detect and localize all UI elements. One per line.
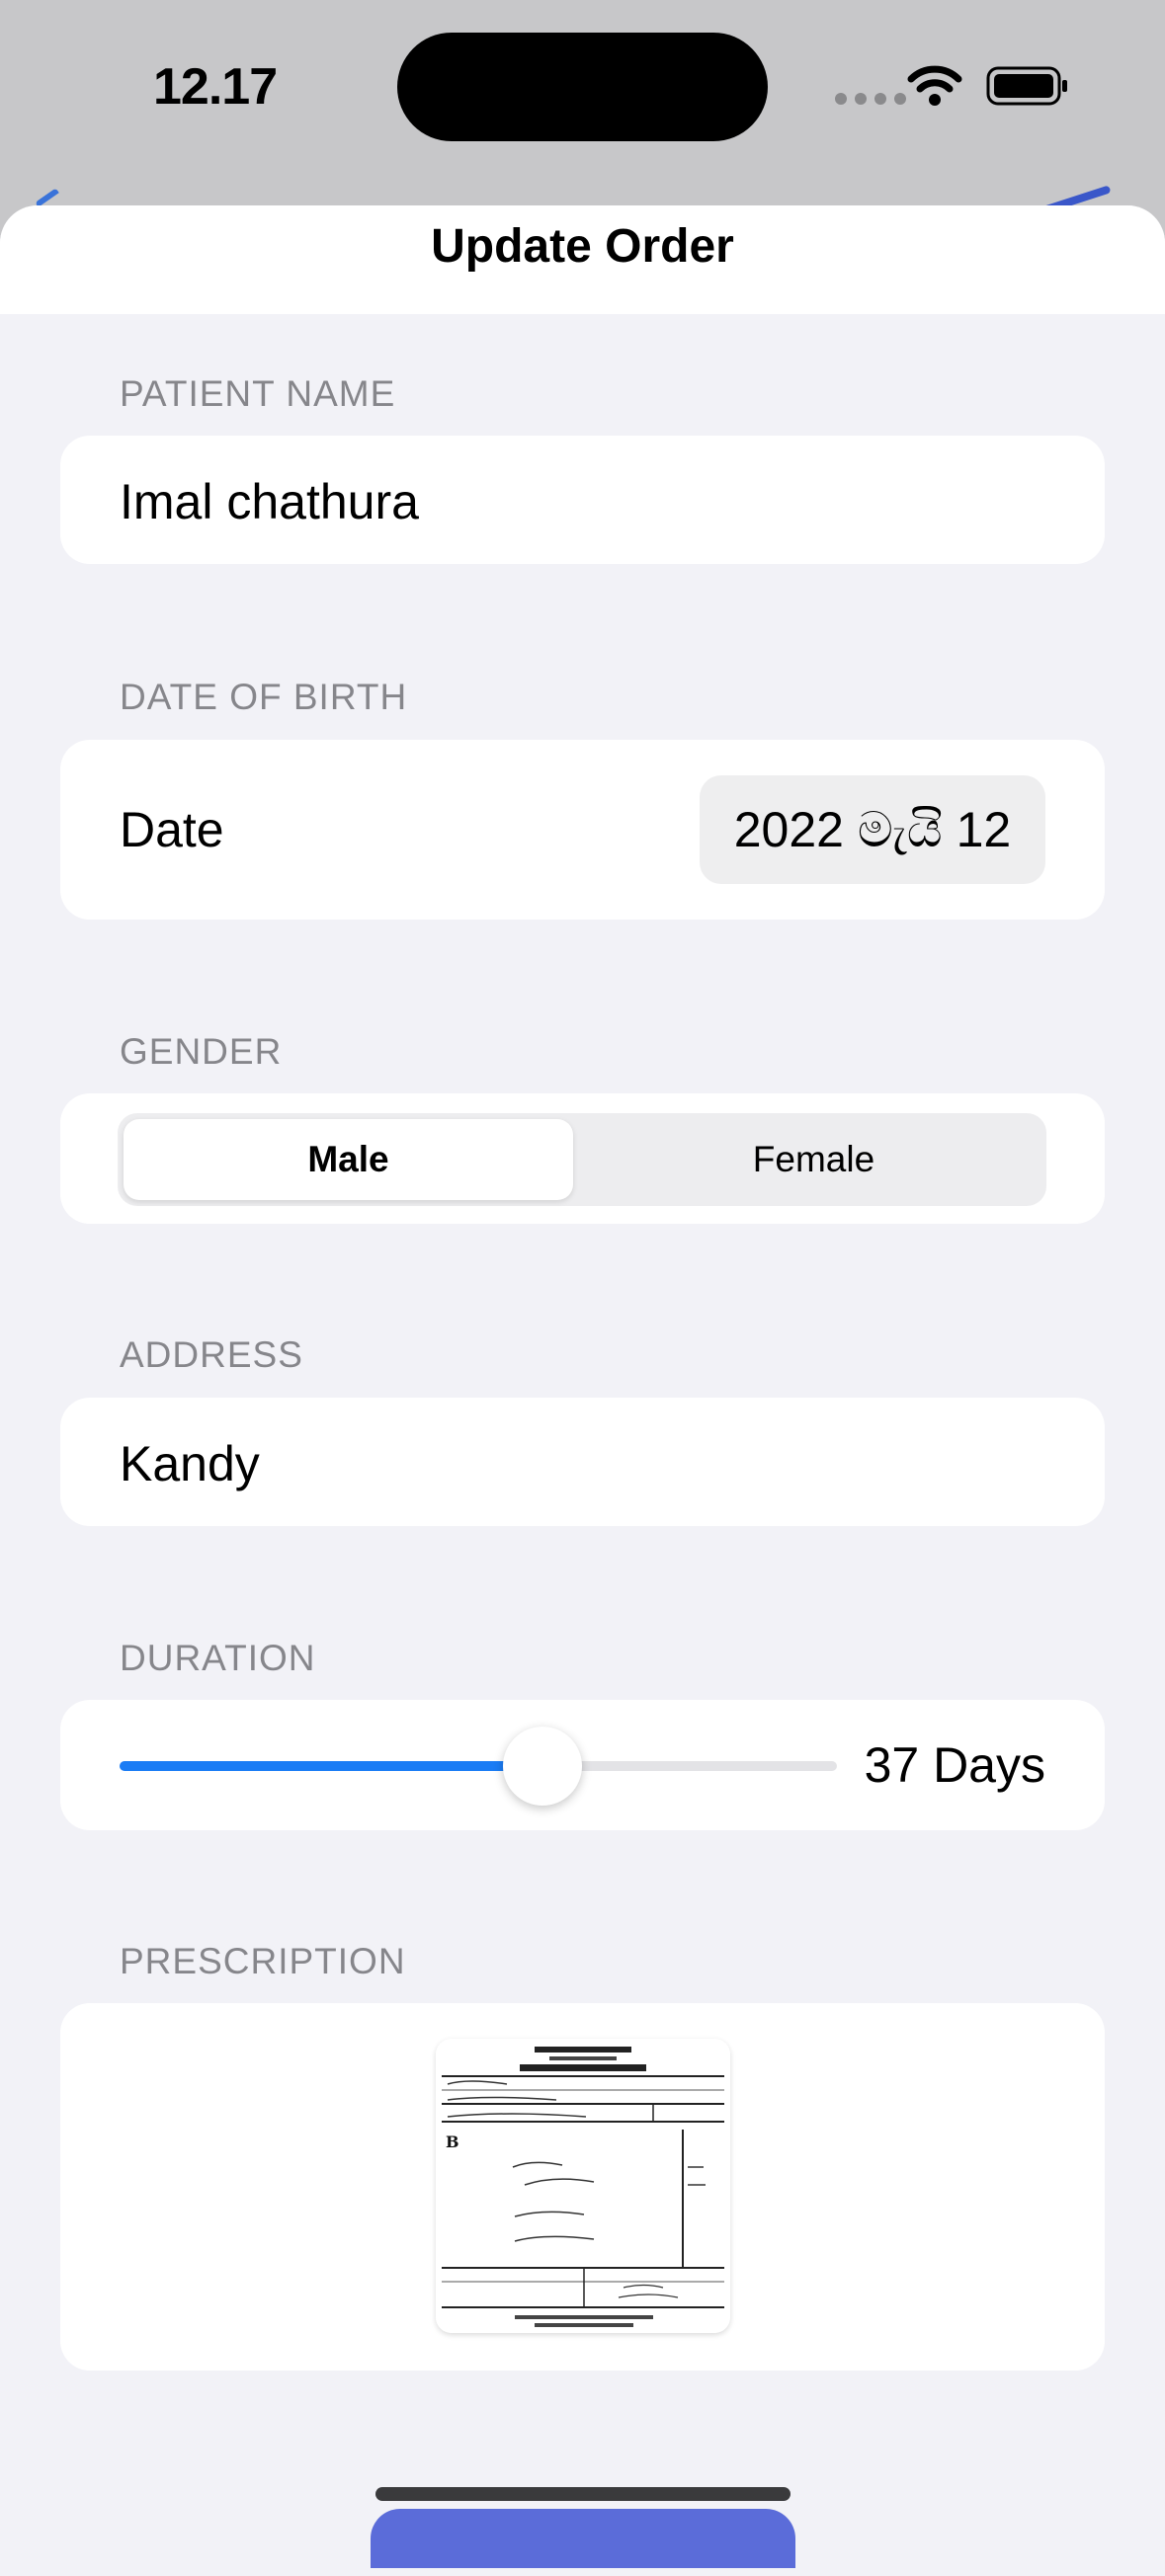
home-indicator — [375, 2487, 791, 2501]
signal-dots-icon — [835, 93, 906, 105]
date-value: 2022 මැයි 12 — [733, 801, 1012, 857]
wifi-icon — [907, 65, 962, 106]
gender-label: GENDER — [120, 1031, 283, 1072]
duration-row: 37 Days — [60, 1700, 1105, 1830]
sheet-header: Update Order — [0, 205, 1165, 314]
prescription-label: PRESCRIPTION — [120, 1941, 406, 1981]
prescription-document-icon: B — [436, 2039, 730, 2333]
svg-text:B: B — [446, 2133, 459, 2151]
bottom-action-button[interactable] — [371, 2509, 795, 2568]
battery-icon — [986, 66, 1067, 106]
date-field-label: Date — [120, 802, 224, 857]
date-of-birth-label: DATE OF BIRTH — [120, 677, 408, 717]
address-field[interactable]: Kandy — [60, 1398, 1105, 1526]
gender-segmented-control: Male Female — [118, 1113, 1046, 1206]
duration-slider-thumb[interactable] — [503, 1727, 583, 1806]
address-label: ADDRESS — [120, 1334, 303, 1375]
duration-value: 37 Days — [864, 1737, 1045, 1793]
address-value[interactable]: Kandy — [120, 1435, 260, 1492]
gender-option-male[interactable]: Male — [124, 1119, 573, 1200]
status-bar: 12.17 — [0, 0, 1165, 178]
dynamic-island — [397, 33, 768, 141]
status-time: 12.17 — [153, 58, 278, 116]
date-of-birth-row: Date 2022 මැයි 12 — [60, 740, 1105, 920]
duration-label: DURATION — [120, 1638, 316, 1678]
prescription-image[interactable]: B — [436, 2039, 730, 2333]
gender-option-female[interactable]: Female — [589, 1119, 1039, 1200]
patient-name-label: PATIENT NAME — [120, 373, 396, 414]
duration-slider-fill — [120, 1761, 543, 1771]
patient-name-field[interactable]: Imal chathura — [60, 436, 1105, 564]
date-picker-button[interactable]: 2022 මැයි 12 — [700, 775, 1045, 884]
prescription-card: B — [60, 2003, 1105, 2371]
patient-name-value[interactable]: Imal chathura — [120, 473, 419, 530]
duration-slider-track[interactable] — [120, 1727, 837, 1806]
sheet-title: Update Order — [431, 220, 734, 273]
gender-row: Male Female — [60, 1093, 1105, 1224]
update-order-sheet: Update Order PATIENT NAME Imal chathura … — [0, 205, 1165, 2576]
